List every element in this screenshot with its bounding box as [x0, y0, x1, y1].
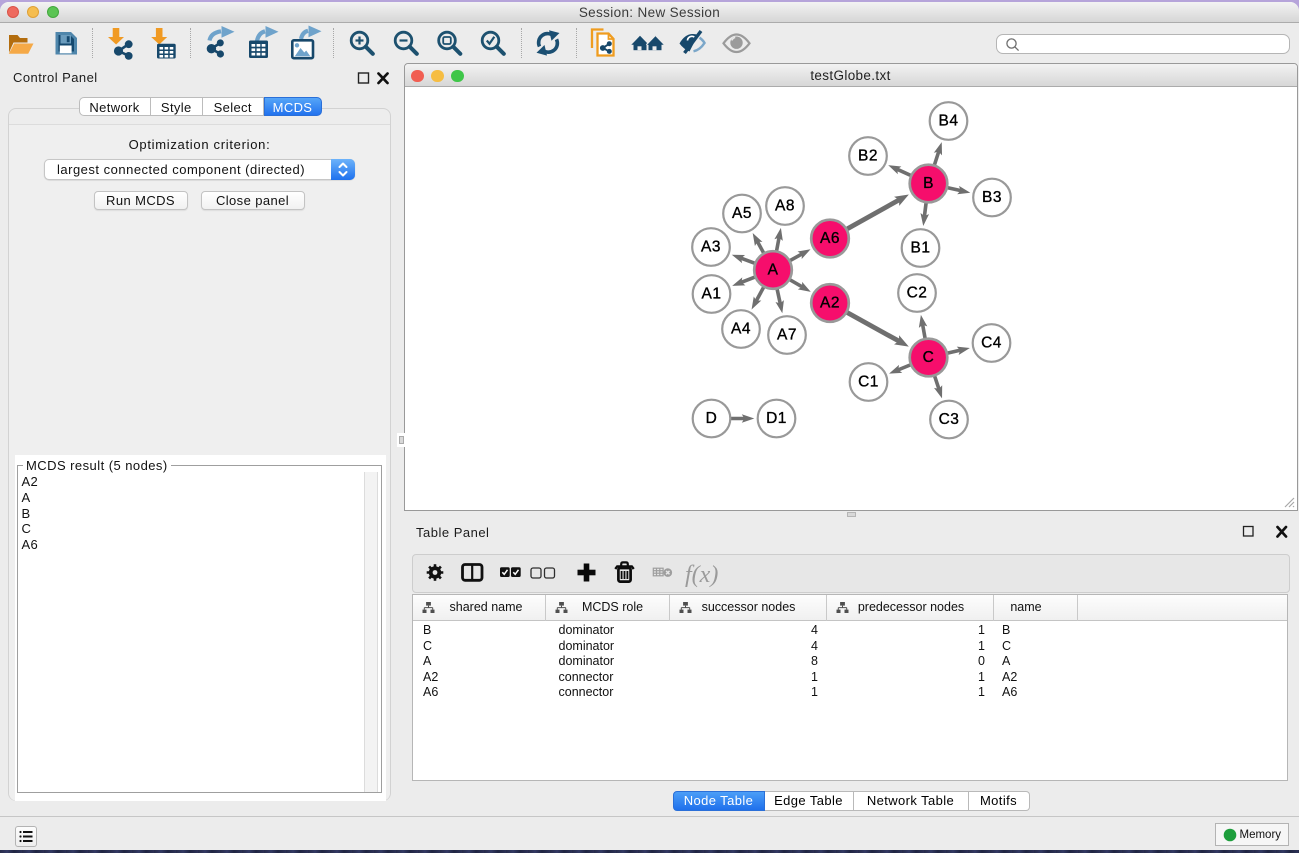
svg-text:A: A [767, 262, 778, 279]
svg-text:B3: B3 [982, 189, 1002, 206]
svg-text:D: D [705, 410, 717, 427]
svg-text:A7: A7 [777, 327, 797, 344]
svg-text:A2: A2 [820, 295, 840, 312]
svg-text:B2: B2 [858, 148, 878, 165]
svg-text:D1: D1 [766, 410, 787, 427]
svg-text:C: C [922, 349, 934, 366]
svg-text:A5: A5 [732, 205, 752, 222]
svg-text:C2: C2 [906, 285, 927, 302]
svg-text:A8: A8 [775, 198, 795, 215]
svg-text:B: B [923, 175, 934, 192]
svg-text:C4: C4 [981, 335, 1002, 352]
svg-text:A3: A3 [701, 239, 721, 256]
svg-text:C1: C1 [858, 374, 879, 391]
svg-text:B4: B4 [938, 113, 958, 130]
svg-text:C3: C3 [938, 411, 959, 428]
svg-text:f(x): f(x) [685, 562, 718, 588]
svg-text:B1: B1 [910, 240, 930, 257]
svg-text:A4: A4 [731, 321, 751, 338]
svg-text:A6: A6 [820, 230, 840, 247]
svg-text:A1: A1 [701, 286, 721, 303]
